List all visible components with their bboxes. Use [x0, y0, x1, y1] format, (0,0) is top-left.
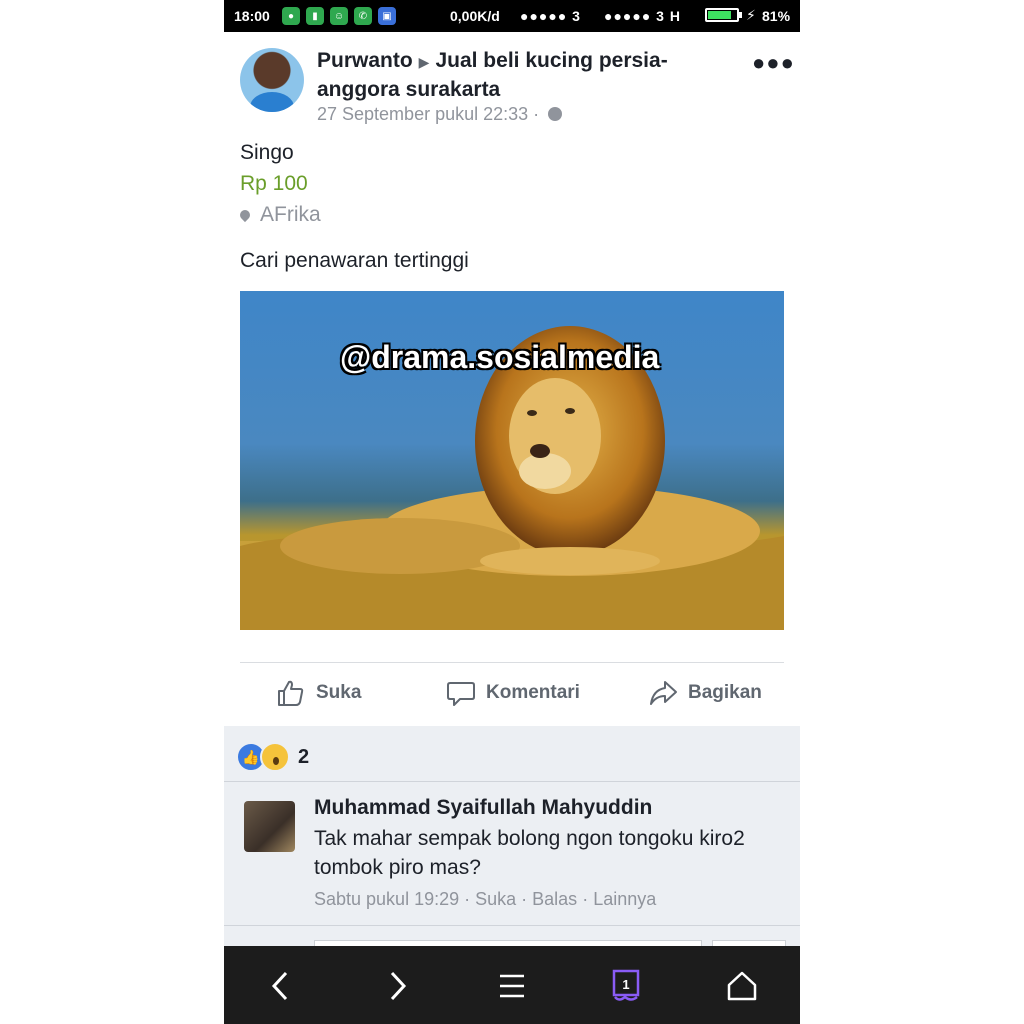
wow-reaction-icon	[260, 742, 290, 772]
network-speed: 0,00K/d	[450, 8, 500, 24]
menu-button[interactable]	[492, 966, 532, 1006]
divider	[224, 925, 800, 926]
status-bar: 18:00 ● ▮ ☺ ✆ ▣ 0,00K/d ●●●●● 3 ●●●●● 3 …	[224, 0, 800, 32]
comment-more-link[interactable]: Lainnya	[593, 889, 656, 909]
status-time: 18:00	[234, 8, 270, 24]
browser-nav-bar: 1	[224, 946, 800, 1024]
signal-sim1: ●●●●● 3	[520, 8, 581, 24]
divider	[224, 781, 800, 782]
comment-button[interactable]: Komentari	[446, 678, 580, 708]
tabs-count: 1	[622, 977, 629, 992]
more-options-icon[interactable]: ●●●	[752, 50, 795, 76]
comment-like-link[interactable]: Suka	[475, 889, 516, 909]
phone-screen: 18:00 ● ▮ ☺ ✆ ▣ 0,00K/d ●●●●● 3 ●●●●● 3 …	[224, 0, 800, 1024]
comment-time: Sabtu pukul 19:29	[314, 889, 460, 909]
android-notification-icon: ☺	[330, 7, 348, 25]
home-icon	[727, 971, 757, 1001]
item-price: Rp 100	[240, 172, 308, 195]
post-timestamp: 27 September pukul 22:33 ·	[317, 104, 563, 125]
battery-percent: 81%	[762, 8, 791, 24]
commenter-name[interactable]: Muhammad Syaifullah Mahyuddin	[314, 796, 652, 820]
chevron-right-icon	[390, 971, 407, 1001]
reactions-summary[interactable]: 👍 2	[236, 742, 309, 772]
post-text: Cari penawaran tertinggi	[240, 249, 469, 272]
menu-icon	[500, 974, 524, 998]
reaction-count: 2	[298, 745, 310, 768]
sim-notification-icon: ▮	[306, 7, 324, 25]
app-notification-icon: ●	[282, 7, 300, 25]
comment-icon	[447, 682, 475, 706]
share-icon	[650, 681, 677, 705]
globe-icon	[548, 107, 563, 121]
signal-sim2: ●●●●● 3 H	[604, 8, 681, 24]
caret-right-icon: ▶	[418, 54, 430, 70]
chevron-left-icon	[271, 971, 288, 1001]
tabs-icon: 1	[612, 969, 640, 1001]
comment-meta: Sabtu pukul 19:29 · Suka · Balas · Lainn…	[314, 889, 657, 909]
location-pin-icon	[237, 207, 253, 223]
comment-text: Tak mahar sempak bolong ngon tongoku kir…	[314, 827, 745, 879]
screenshot-icon: ▣	[378, 7, 396, 25]
whatsapp-icon: ✆	[354, 7, 372, 25]
tabs-button[interactable]: 1	[606, 966, 646, 1006]
notification-icons: ● ▮ ☺ ✆ ▣	[282, 7, 396, 25]
charging-icon: ⚡	[746, 7, 756, 23]
author-avatar[interactable]	[240, 48, 304, 112]
home-button[interactable]	[722, 966, 762, 1006]
item-title: Singo	[240, 141, 294, 164]
author-name[interactable]: Purwanto	[317, 49, 413, 72]
like-button[interactable]: Suka	[276, 678, 361, 708]
battery-icon	[705, 8, 739, 22]
thumbs-up-icon	[278, 680, 304, 706]
commenter-avatar[interactable]	[244, 801, 295, 852]
item-location: AFrika	[237, 203, 321, 227]
share-button[interactable]: Bagikan	[648, 678, 762, 708]
forward-button[interactable]	[378, 966, 418, 1006]
post-header-title: Purwanto ▶ Jual beli kucing persia-anggora…	[317, 47, 697, 103]
divider	[240, 662, 784, 663]
back-button[interactable]	[260, 966, 300, 1006]
comment-reply-link[interactable]: Balas	[532, 889, 577, 909]
image-watermark: @drama.sosialmedia	[340, 339, 660, 375]
post-photo[interactable]: @drama.sosialmedia	[240, 291, 784, 630]
